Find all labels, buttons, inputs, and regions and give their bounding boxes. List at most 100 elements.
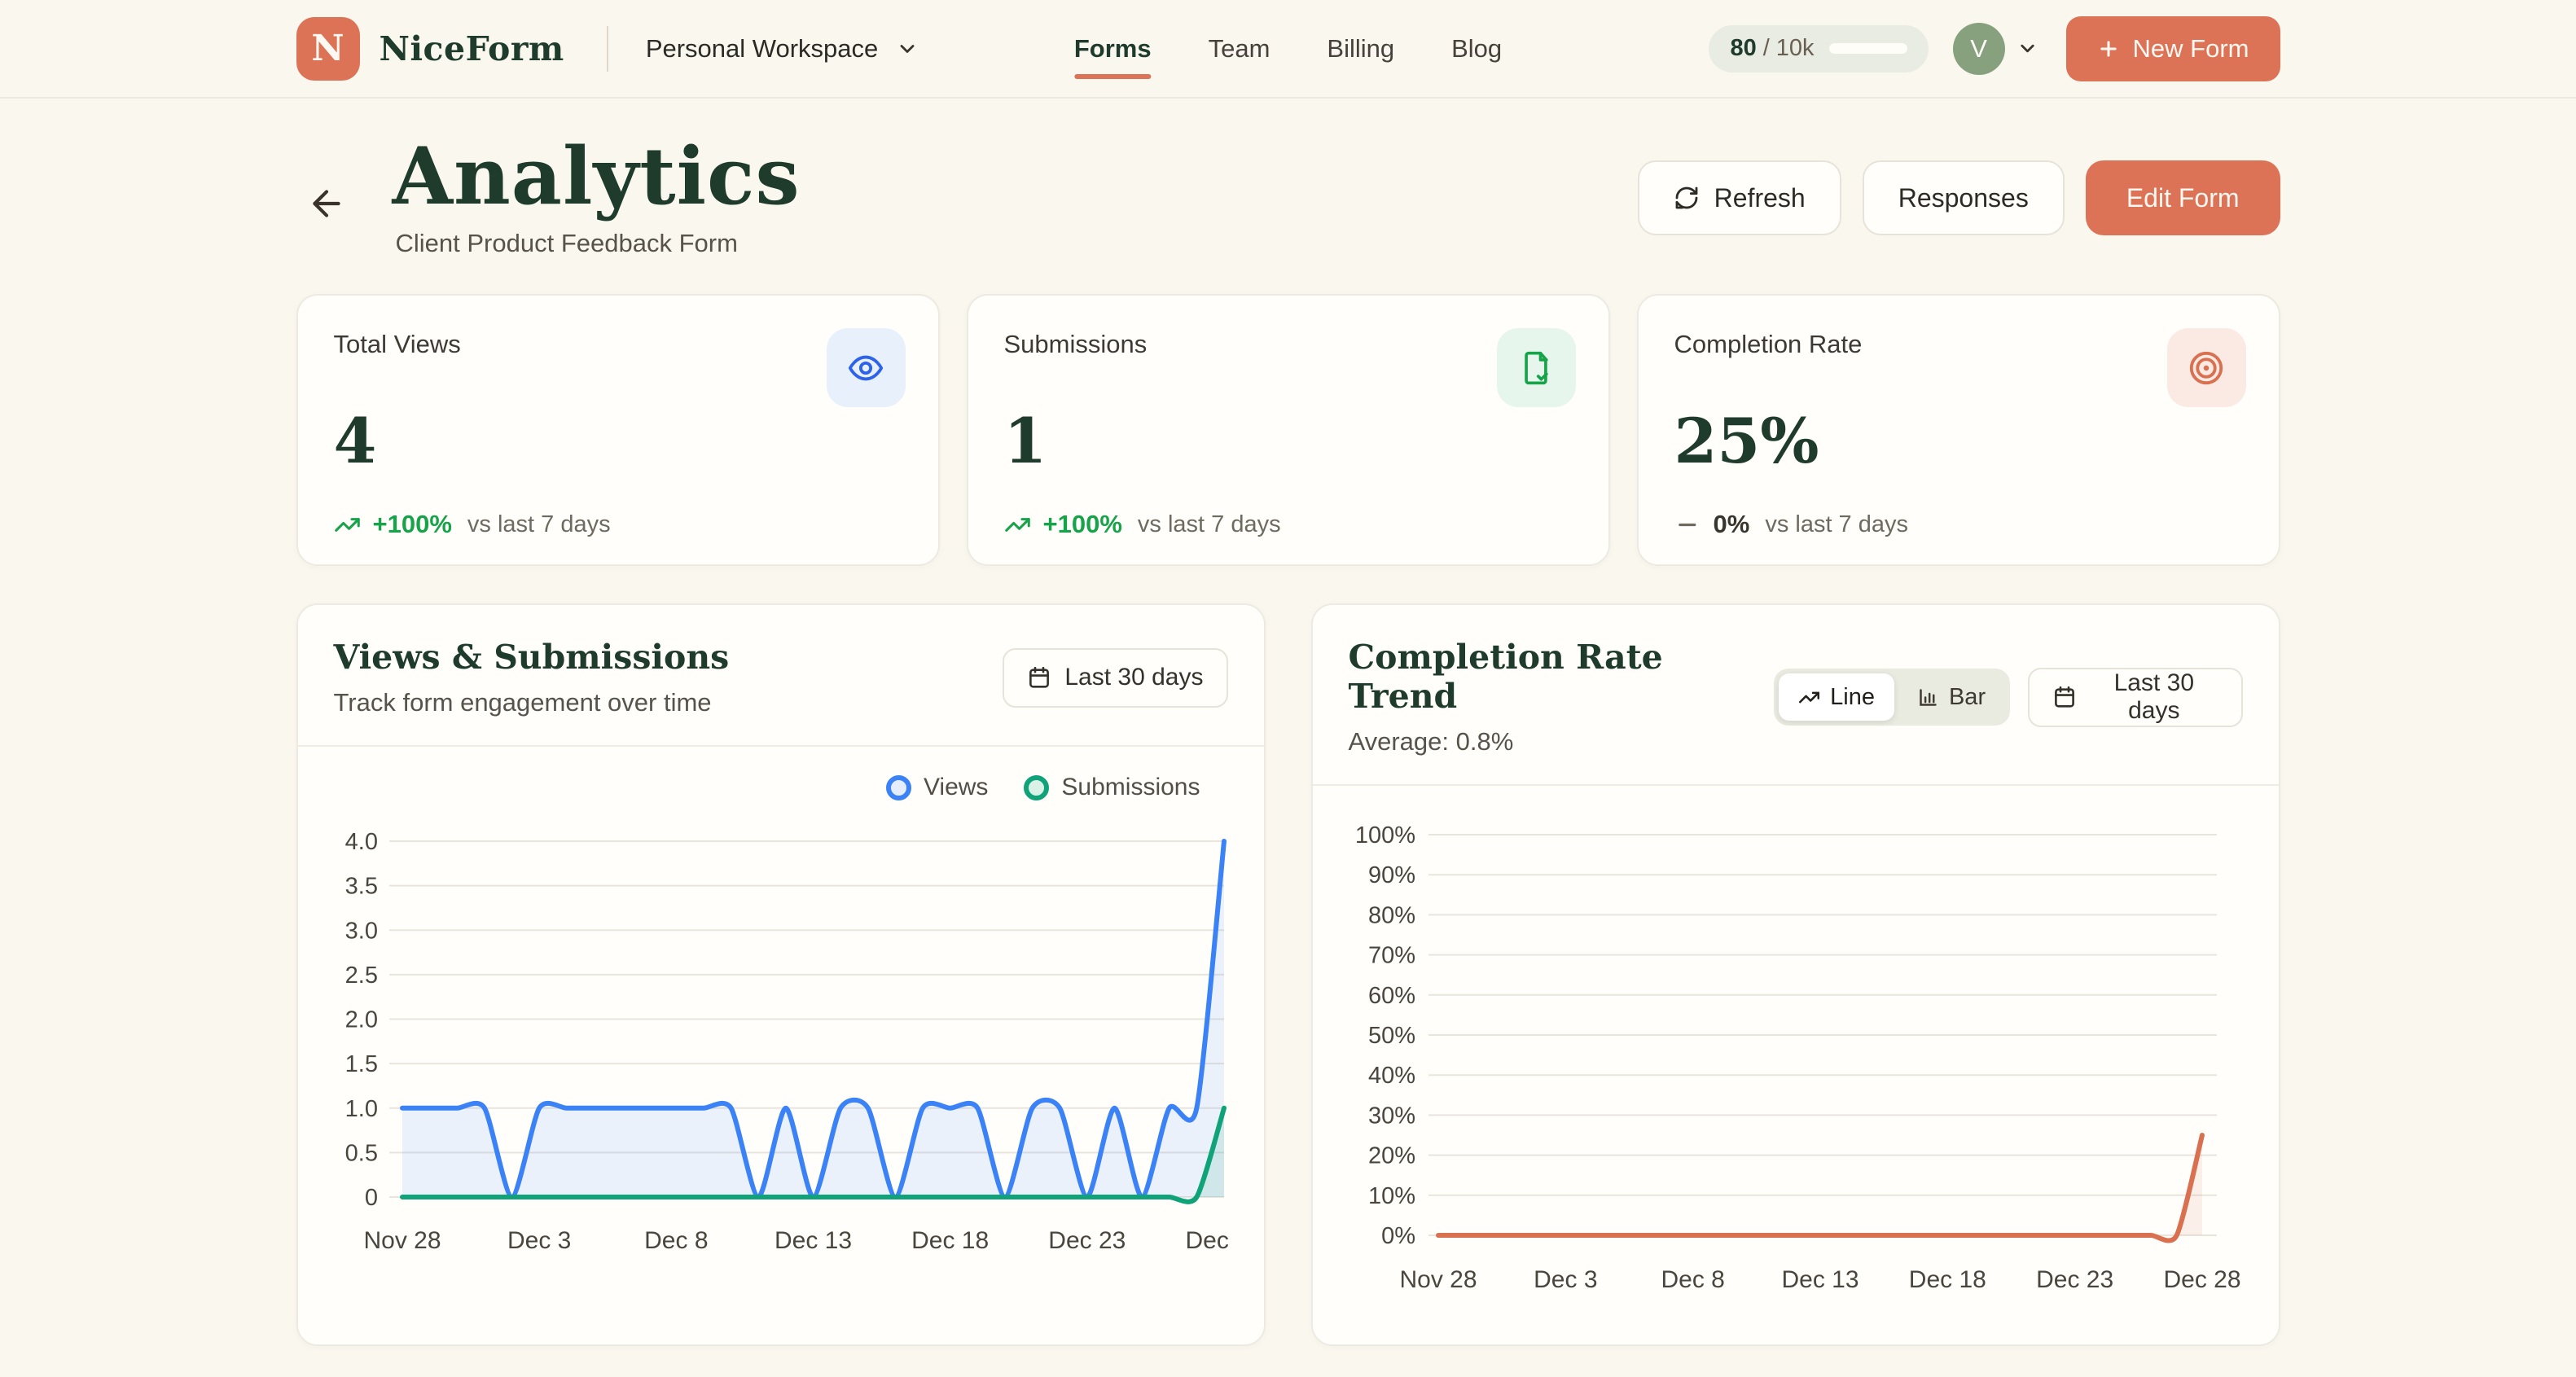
brand-name: NiceForm	[380, 29, 564, 68]
stat-delta-note: vs last 7 days	[1138, 511, 1281, 538]
usage-limit: 10k	[1776, 35, 1815, 62]
svg-text:Dec 18: Dec 18	[911, 1227, 989, 1254]
legend-label: Views	[924, 774, 988, 801]
top-header: N NiceForm Personal Workspace Forms Team…	[0, 0, 2576, 99]
views-submissions-card: Views & Submissions Track form engagemen…	[296, 603, 1266, 1346]
svg-text:Dec 28: Dec 28	[2163, 1266, 2240, 1293]
svg-text:80%: 80%	[1367, 902, 1415, 928]
svg-text:50%: 50%	[1367, 1023, 1415, 1049]
stat-value: 25%	[1674, 405, 2243, 477]
nav-team[interactable]: Team	[1209, 0, 1270, 97]
legend-submissions[interactable]: Submissions	[1024, 774, 1200, 801]
refresh-button[interactable]: Refresh	[1638, 160, 1841, 235]
avatar-chevron-down-icon[interactable]	[2016, 37, 2038, 59]
page-title: Analytics	[393, 138, 801, 216]
chevron-down-icon	[896, 37, 919, 60]
chart-subtitle: Average: 0.8%	[1349, 727, 1775, 756]
refresh-label: Refresh	[1714, 183, 1806, 213]
chart-legend: Views Submissions	[332, 758, 1240, 817]
new-form-button[interactable]: New Form	[2066, 16, 2280, 81]
niceform-logo[interactable]: N	[296, 17, 360, 81]
target-icon	[2167, 328, 2246, 407]
plus-icon	[2097, 37, 2120, 60]
header-divider	[607, 26, 608, 72]
date-range-button[interactable]: Last 30 days	[1003, 648, 1227, 708]
svg-text:20%: 20%	[1367, 1143, 1415, 1169]
views-submissions-chart[interactable]: 4.03.53.02.52.01.51.00.50Nov 28Dec 3Dec …	[332, 817, 1232, 1293]
back-button[interactable]	[306, 183, 347, 224]
chart-cards: Views & Submissions Track form engagemen…	[296, 603, 2280, 1377]
svg-text:0%: 0%	[1381, 1223, 1415, 1249]
responses-button[interactable]: Responses	[1863, 160, 2065, 235]
trend-up-icon	[1798, 686, 1820, 708]
chart-title: Completion Rate Trend	[1349, 638, 1775, 716]
minus-icon	[1674, 511, 1701, 538]
svg-text:Dec 13: Dec 13	[1781, 1266, 1858, 1293]
responses-label: Responses	[1898, 183, 2029, 213]
stat-label: Total Views	[334, 330, 902, 359]
completion-rate-chart[interactable]: 100%90%80%70%60%50%40%30%20%10%0%Nov 28D…	[1347, 804, 2247, 1325]
toggle-line[interactable]: Line	[1779, 673, 1894, 721]
trend-up-icon	[334, 511, 361, 538]
user-avatar[interactable]: V	[1953, 23, 2005, 75]
nav-blog[interactable]: Blog	[1451, 0, 1502, 97]
stat-label: Submissions	[1004, 330, 1573, 359]
usage-quota-badge[interactable]: 80 / 10k	[1709, 25, 1928, 72]
svg-text:100%: 100%	[1354, 822, 1415, 849]
svg-text:Dec 13: Dec 13	[774, 1227, 851, 1254]
submissions-legend-marker	[1024, 775, 1049, 800]
stat-delta: +100%	[1043, 510, 1122, 539]
edit-form-label: Edit Form	[2126, 183, 2240, 213]
svg-text:60%: 60%	[1367, 983, 1415, 1009]
submissions-card: Submissions 1 +100% vs last 7 days	[967, 294, 1610, 566]
svg-text:1.5: 1.5	[344, 1051, 377, 1077]
refresh-icon	[1674, 185, 1700, 211]
total-views-card: Total Views 4 +100% vs last 7 days	[296, 294, 940, 566]
svg-text:1.0: 1.0	[344, 1096, 377, 1122]
eye-icon	[827, 328, 906, 407]
file-check-icon	[1497, 328, 1576, 407]
svg-text:0.5: 0.5	[344, 1140, 377, 1166]
svg-text:3.0: 3.0	[344, 918, 377, 944]
svg-text:Dec 8: Dec 8	[1661, 1266, 1724, 1293]
stat-delta-note: vs last 7 days	[1765, 511, 1908, 538]
page-subtitle: Client Product Feedback Form	[396, 229, 801, 258]
arrow-left-icon	[306, 183, 347, 224]
workspace-selector[interactable]: Personal Workspace	[646, 34, 919, 64]
stat-value: 1	[1004, 405, 1573, 477]
usage-separator: /	[1763, 35, 1770, 62]
chart-type-toggle: Line Bar	[1774, 669, 2010, 726]
svg-text:40%: 40%	[1367, 1063, 1415, 1089]
completion-rate-card: Completion Rate 25% 0% vs last 7 days	[1637, 294, 2280, 566]
calendar-icon	[2052, 685, 2077, 709]
bar-chart-icon	[1917, 686, 1939, 708]
nav-billing[interactable]: Billing	[1327, 0, 1394, 97]
views-legend-marker	[886, 775, 911, 800]
svg-text:10%: 10%	[1367, 1183, 1415, 1209]
svg-text:Dec 3: Dec 3	[507, 1227, 570, 1254]
date-range-button[interactable]: Last 30 days	[2028, 668, 2242, 727]
toggle-bar[interactable]: Bar	[1898, 673, 2005, 721]
usage-progress-bar	[1829, 43, 1907, 54]
legend-views[interactable]: Views	[886, 774, 988, 801]
svg-text:Dec 28: Dec 28	[1185, 1227, 1232, 1254]
completion-trend-card: Completion Rate Trend Average: 0.8% Line	[1311, 603, 2280, 1346]
stat-value: 4	[334, 405, 902, 477]
toggle-line-label: Line	[1830, 684, 1875, 711]
usage-used: 80	[1730, 35, 1756, 62]
svg-text:Dec 23: Dec 23	[2036, 1266, 2113, 1293]
svg-text:90%: 90%	[1367, 862, 1415, 888]
nav-forms[interactable]: Forms	[1074, 0, 1152, 97]
svg-text:Nov 28: Nov 28	[1399, 1266, 1477, 1293]
svg-text:Dec 8: Dec 8	[644, 1227, 708, 1254]
svg-text:Nov 28: Nov 28	[363, 1227, 441, 1254]
stat-label: Completion Rate	[1674, 330, 2243, 359]
svg-text:70%: 70%	[1367, 943, 1415, 969]
date-range-label: Last 30 days	[2090, 669, 2218, 725]
stat-delta-note: vs last 7 days	[467, 511, 611, 538]
workspace-name: Personal Workspace	[646, 34, 878, 64]
chart-subtitle: Track form engagement over time	[334, 688, 730, 717]
edit-form-button[interactable]: Edit Form	[2086, 160, 2280, 235]
svg-text:2.0: 2.0	[344, 1007, 377, 1033]
chart-title: Views & Submissions	[334, 638, 730, 677]
